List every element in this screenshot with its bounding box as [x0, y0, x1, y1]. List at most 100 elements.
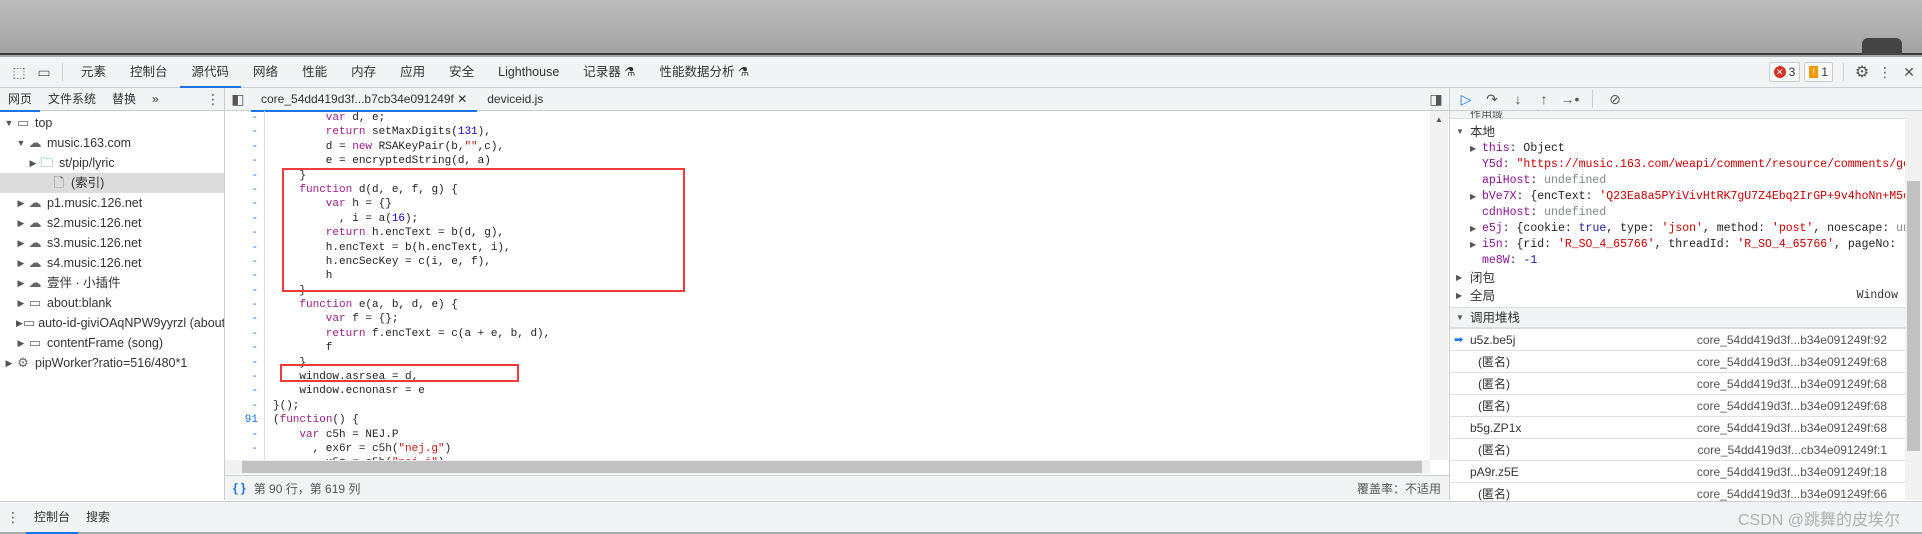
step-into-icon[interactable]: ↓: [1508, 91, 1528, 107]
expand-arrow-icon[interactable]: ▶: [4, 353, 14, 373]
line-number[interactable]: -: [225, 355, 265, 371]
line-number[interactable]: -: [225, 168, 265, 183]
more-options-icon[interactable]: ⋮: [1874, 64, 1896, 81]
tab-main-10[interactable]: 性能数据分析 ⚗: [647, 57, 761, 88]
scope-variable[interactable]: ▶ i5n: {rid: 'R_SO_4_65766', threadId: 'R…: [1450, 237, 1922, 253]
drawer-tab-search[interactable]: 搜索: [78, 502, 118, 533]
tab-page[interactable]: 网页: [0, 88, 41, 112]
frame-location[interactable]: core_54dd419d3f...b34e091249f:68: [1697, 351, 1887, 373]
tab-main-7[interactable]: 安全: [437, 57, 486, 88]
tab-main-2[interactable]: 源代码: [179, 57, 242, 88]
more-tabs-icon[interactable]: »: [144, 88, 167, 111]
line-number[interactable]: -: [225, 384, 265, 399]
expand-arrow-icon[interactable]: ▶: [16, 213, 26, 233]
step-over-icon[interactable]: ↷: [1482, 91, 1502, 108]
frame-location[interactable]: core_54dd419d3f...b34e091249f:92: [1697, 329, 1887, 351]
line-number[interactable]: -: [225, 154, 265, 169]
step-icon[interactable]: →•: [1560, 91, 1580, 107]
callstack-frame[interactable]: b5g.ZP1x core_54dd419d3f...b34e091249f:68: [1450, 417, 1905, 439]
toggle-navigator-icon[interactable]: ◧: [225, 91, 251, 108]
callstack-frame[interactable]: (匿名) core_54dd419d3f...cb34e091249f:1: [1450, 439, 1905, 461]
tab-main-8[interactable]: Lighthouse: [486, 57, 571, 88]
line-number[interactable]: -: [225, 182, 265, 198]
tree-item[interactable]: ▶ 🗀 st/pip/lyric: [0, 153, 224, 173]
callstack-frame[interactable]: (匿名) core_54dd419d3f...b34e091249f:68: [1450, 395, 1905, 417]
device-toolbar-icon[interactable]: ▭: [32, 64, 56, 81]
pretty-print-icon[interactable]: { }: [233, 481, 246, 495]
expand-arrow-icon[interactable]: ▼: [4, 113, 14, 133]
deactivate-breakpoints-icon[interactable]: ⊘: [1605, 91, 1625, 108]
tab-main-3[interactable]: 网络: [241, 57, 290, 88]
expand-arrow-icon[interactable]: ▶: [28, 153, 38, 173]
inspect-element-icon[interactable]: ⬚: [6, 64, 32, 81]
callstack-header[interactable]: ▼ 调用堆栈: [1450, 307, 1905, 329]
line-number[interactable]: -: [225, 298, 265, 313]
vertical-scrollbar[interactable]: ▲: [1430, 111, 1448, 460]
expand-arrow-icon[interactable]: ▶: [16, 253, 26, 273]
tab-filesystem[interactable]: 文件系统: [40, 88, 104, 111]
tab-main-4[interactable]: 性能: [290, 57, 339, 88]
tab-deviceid-js[interactable]: deviceid.js: [477, 88, 553, 111]
tree-item[interactable]: 🗋 (索引): [0, 173, 224, 193]
drawer-menu-icon[interactable]: ⋮: [0, 509, 26, 526]
scrollbar-thumb[interactable]: [1907, 181, 1920, 451]
line-number[interactable]: 91: [225, 413, 265, 428]
tree-item[interactable]: ▶ ☁ s3.music.126.net: [0, 233, 224, 253]
error-badge[interactable]: ✕ 3: [1768, 62, 1801, 82]
line-number[interactable]: -: [225, 312, 265, 327]
callstack-frame[interactable]: (匿名) core_54dd419d3f...b34e091249f:68: [1450, 373, 1905, 395]
tree-item[interactable]: ▶ ▭ auto-id-giviOAqNPW9yyrzl (about: [0, 313, 224, 333]
tab-main-9[interactable]: 记录器 ⚗: [571, 57, 647, 88]
frame-location[interactable]: core_54dd419d3f...b34e091249f:68: [1697, 395, 1887, 417]
toggle-debugger-icon[interactable]: ◨: [1423, 91, 1449, 108]
horizontal-scrollbar[interactable]: [225, 460, 1430, 474]
frame-location[interactable]: core_54dd419d3f...b34e091249f:18: [1697, 461, 1887, 483]
tree-item[interactable]: ▼ ☁ music.163.com: [0, 133, 224, 153]
frame-location[interactable]: core_54dd419d3f...cb34e091249f:1: [1698, 439, 1888, 461]
close-tab-icon[interactable]: ✕: [457, 92, 467, 106]
tab-main-5[interactable]: 内存: [339, 57, 388, 88]
line-number[interactable]: -: [225, 254, 265, 270]
callstack-frame[interactable]: (匿名) core_54dd419d3f...b34e091249f:68: [1450, 351, 1905, 373]
line-number[interactable]: -: [225, 269, 265, 284]
expand-arrow-icon[interactable]: ▶: [16, 293, 26, 313]
expand-arrow-icon[interactable]: ▶: [16, 273, 26, 293]
line-number[interactable]: -: [225, 370, 265, 385]
expand-arrow-icon[interactable]: ▶: [16, 193, 26, 213]
tab-main-6[interactable]: 应用: [388, 57, 437, 88]
tab-core-js[interactable]: core_54dd419d3f...b7cb34e091249f ✕: [251, 88, 478, 112]
expand-arrow-icon[interactable]: ▶: [16, 233, 26, 253]
more-options-icon[interactable]: ⋮: [202, 91, 224, 108]
callstack-frame[interactable]: pA9r.z5E core_54dd419d3f...b34e091249f:18: [1450, 461, 1905, 483]
line-number[interactable]: -: [225, 240, 265, 255]
scope-global[interactable]: ▶ 全局 Window: [1450, 287, 1922, 305]
close-devtools-icon[interactable]: ✕: [1896, 64, 1922, 81]
tab-main-0[interactable]: 元素: [69, 57, 118, 88]
frame-location[interactable]: core_54dd419d3f...b34e091249f:68: [1697, 373, 1887, 395]
expand-arrow-icon[interactable]: ▶: [16, 313, 23, 333]
line-number[interactable]: -: [225, 441, 265, 457]
vertical-scrollbar[interactable]: [1905, 111, 1922, 500]
line-number[interactable]: -: [225, 427, 265, 442]
tree-item[interactable]: ▶ ⚙ pipWorker?ratio=516/480*1: [0, 353, 224, 373]
drawer-tab-console[interactable]: 控制台: [26, 502, 79, 534]
tab-main-1[interactable]: 控制台: [118, 57, 180, 88]
line-number[interactable]: -: [225, 398, 265, 414]
tree-item[interactable]: ▶ ▭ about:blank: [0, 293, 224, 313]
tree-item[interactable]: ▶ ☁ p1.music.126.net: [0, 193, 224, 213]
tree-item[interactable]: ▶ ▭ contentFrame (song): [0, 333, 224, 353]
line-number[interactable]: -: [225, 341, 265, 356]
line-number[interactable]: -: [225, 226, 265, 241]
expand-arrow-icon[interactable]: ▼: [16, 133, 26, 153]
step-out-icon[interactable]: ↑: [1534, 91, 1554, 107]
line-number[interactable]: -: [225, 111, 265, 126]
line-number[interactable]: -: [225, 326, 265, 342]
callstack-frame[interactable]: ➡ u5z.be5j core_54dd419d3f...b34e091249f:9…: [1450, 329, 1905, 351]
line-number[interactable]: -: [225, 139, 265, 155]
frame-location[interactable]: core_54dd419d3f...b34e091249f:68: [1697, 417, 1887, 439]
line-number[interactable]: -: [225, 283, 265, 299]
tree-item[interactable]: ▶ ☁ 壹伴 · 小插件: [0, 273, 224, 293]
settings-gear-icon[interactable]: ⚙: [1850, 62, 1874, 82]
warning-badge[interactable]: ! 1: [1804, 62, 1833, 82]
scope-local[interactable]: ▼ 本地: [1450, 123, 1922, 141]
